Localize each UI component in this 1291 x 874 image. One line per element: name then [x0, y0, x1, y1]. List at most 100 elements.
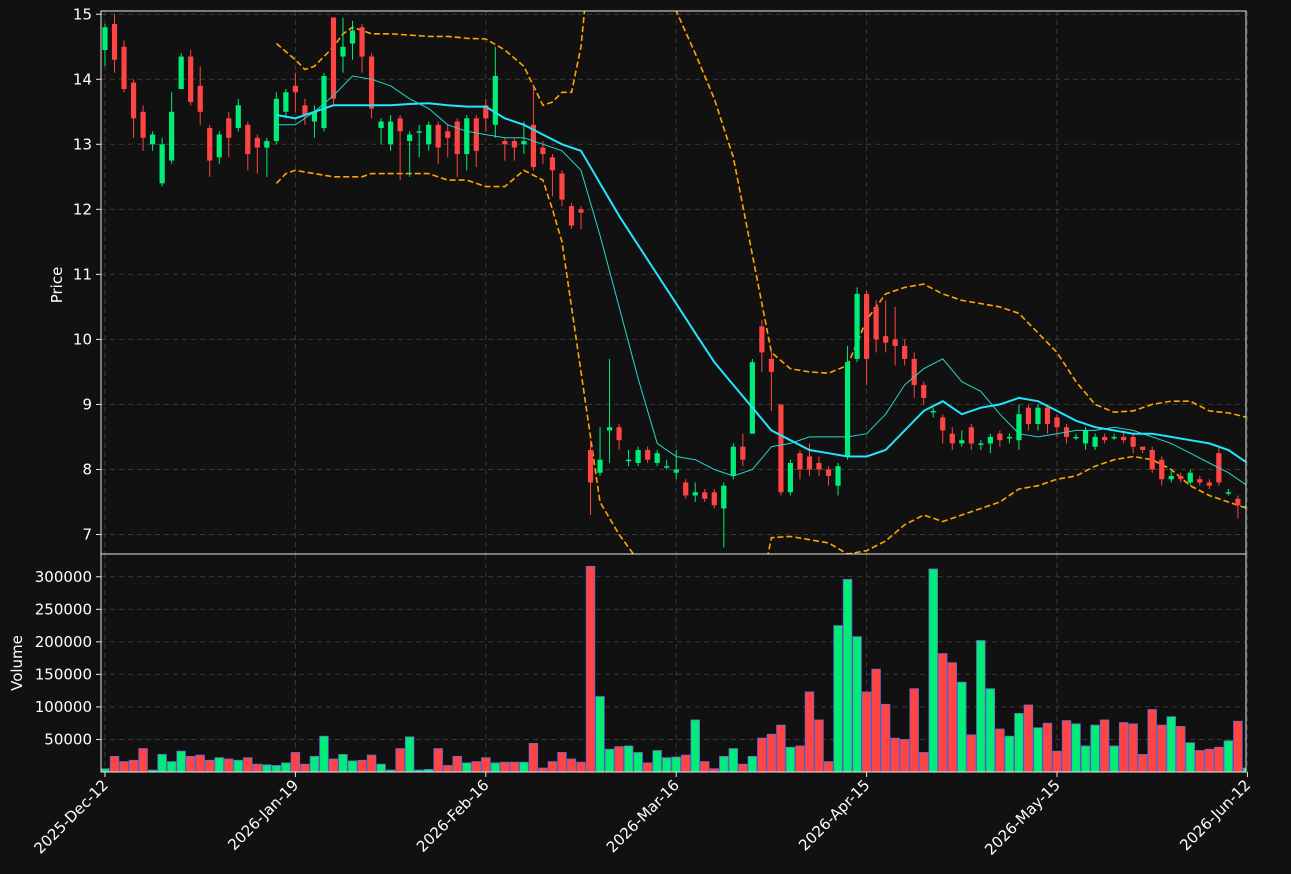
volume-bars	[101, 565, 1246, 772]
chart-stage: 7 8 9 10 11 12 13 14 15 50000 100000 150000 200000 2…	[0, 0, 1291, 874]
volume-tick-label: 100000	[35, 698, 92, 716]
volume-bar	[623, 745, 634, 772]
x-ticks: 2025-Dec-12 2026-Jan-19 2026-Feb-16 2026-Ma…	[30, 772, 1254, 859]
volume-bar	[1204, 748, 1215, 772]
volume-bar	[547, 761, 558, 772]
volume-bar	[576, 761, 586, 772]
volume-bar	[880, 703, 891, 772]
candle-body	[397, 118, 403, 132]
candle-body	[883, 336, 889, 343]
band-lower-line	[275, 169, 1246, 554]
volume-bar	[109, 755, 120, 772]
candle-body	[816, 462, 822, 470]
volume-bar	[138, 748, 148, 772]
candle-body	[1025, 407, 1032, 424]
volume-bar	[1233, 720, 1243, 772]
volume-bar	[1099, 719, 1110, 772]
volume-bar	[224, 758, 234, 772]
candle-body	[1149, 449, 1155, 470]
volume-y-ticks: 50000 100000 150000 200000 250000 300000	[35, 568, 101, 748]
volume-bar	[976, 640, 986, 772]
candle-body	[454, 121, 460, 155]
candle-body	[921, 384, 927, 398]
candle-body	[283, 92, 289, 112]
volume-bar	[938, 653, 948, 772]
price-panel-frame	[100, 10, 1247, 555]
candle-body	[368, 56, 375, 109]
price-tick-label: 14	[73, 70, 92, 88]
candle-body	[273, 98, 279, 142]
volume-bar	[947, 662, 957, 772]
bollinger-bands	[275, 11, 1246, 554]
volume-tick-label: 150000	[35, 665, 92, 683]
candle-body	[388, 121, 394, 145]
volume-bar	[823, 761, 834, 772]
volume-bar	[309, 755, 320, 772]
volume-bar	[871, 668, 881, 772]
candle-body	[416, 131, 422, 133]
candle-body	[121, 46, 127, 90]
volume-bar	[128, 759, 139, 772]
candle-body	[787, 462, 794, 493]
candle-body	[654, 453, 660, 463]
volume-bar	[471, 761, 481, 772]
candle-body	[540, 147, 546, 155]
volume-bar	[519, 761, 529, 772]
candle-body	[721, 485, 727, 509]
volume-bar	[300, 763, 310, 772]
x-tick-label: 2026-Feb-16	[413, 776, 493, 856]
volume-bar	[1128, 723, 1138, 772]
candle-body	[407, 134, 413, 142]
volume-bar	[919, 752, 929, 772]
candle-body	[330, 17, 337, 99]
ma-slow-line	[276, 102, 1246, 464]
volume-bar	[738, 763, 748, 772]
volume-bar	[909, 688, 919, 772]
price-axis-label: Price	[48, 267, 66, 304]
price-tick-label: 15	[73, 5, 92, 23]
candle-body	[1140, 446, 1146, 450]
volume-bar	[1080, 745, 1091, 772]
candle-body	[178, 56, 184, 90]
volume-bar	[1185, 742, 1195, 772]
volume-bar	[214, 757, 224, 772]
volume-axis-label: Volume	[8, 635, 26, 691]
volume-bar	[376, 763, 386, 772]
volume-bar	[252, 763, 263, 772]
volume-bar	[290, 752, 301, 772]
moving-averages	[276, 75, 1246, 486]
candle-body	[864, 293, 870, 359]
candle-body	[1178, 475, 1184, 480]
volume-tick-label: 200000	[35, 633, 92, 651]
volume-bar	[833, 625, 843, 772]
candle-body	[911, 358, 917, 385]
volume-bar	[176, 750, 186, 772]
candle-body	[645, 449, 651, 460]
volume-bar	[681, 754, 691, 772]
stock-chart: 7 8 9 10 11 12 13 14 15 50000 100000 150000 200000 2…	[8, 5, 1254, 859]
volume-bar	[966, 734, 977, 772]
candle-body	[1111, 436, 1117, 439]
volume-bar	[452, 755, 462, 772]
candle-body	[987, 436, 993, 444]
candle-body	[1006, 436, 1012, 439]
volume-bar	[481, 757, 491, 772]
volume-bar	[528, 742, 539, 772]
volume-bar	[490, 762, 501, 772]
volume-bar	[166, 761, 177, 772]
volume-bar	[271, 765, 282, 772]
x-tick-label: 2026-Jun-12	[1176, 776, 1254, 854]
candle-body	[159, 144, 165, 184]
volume-bar	[157, 754, 167, 772]
volume-bar	[995, 728, 1005, 772]
candle-body	[197, 85, 203, 112]
volume-bar	[1166, 716, 1176, 772]
candle-body	[140, 111, 146, 138]
candle-body	[673, 469, 679, 473]
volume-bar	[700, 761, 710, 772]
candle-body	[825, 469, 832, 476]
candle-body	[740, 446, 746, 460]
candle-body	[188, 56, 194, 103]
volume-bar	[185, 755, 196, 772]
candle-body	[711, 492, 717, 506]
